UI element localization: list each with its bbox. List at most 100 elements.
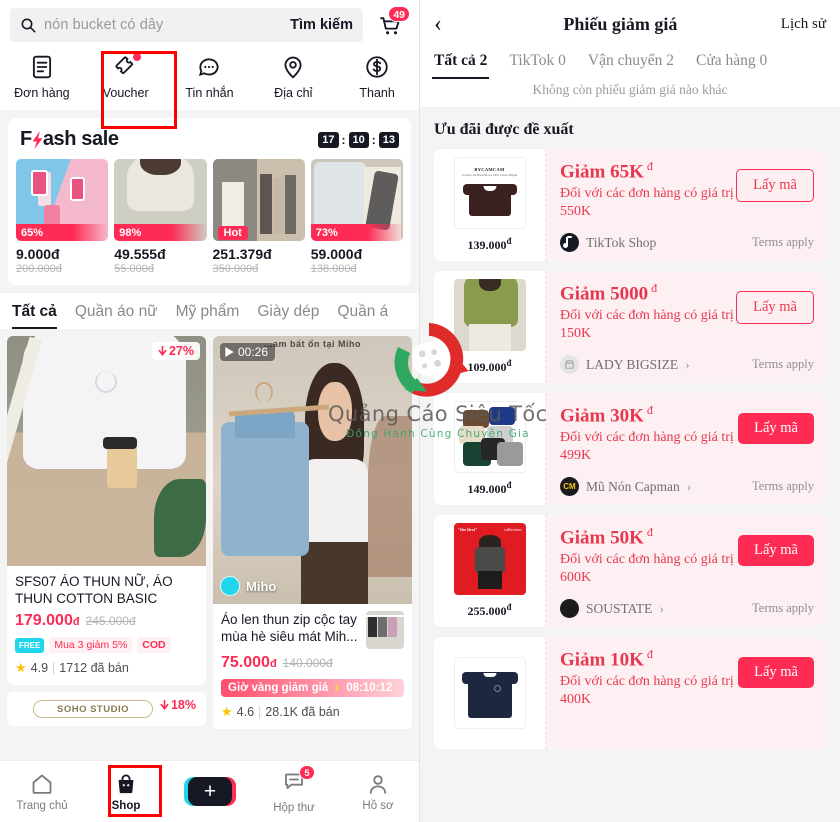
flash-sale-card: F ash sale 17 : 10 : 13 65% 9.000đ 200.0… [8, 118, 411, 285]
play-icon [225, 347, 234, 357]
voucher-detail-area: Giảm 30K đ Đối với các đơn hàng có giá tr… [546, 393, 826, 505]
product-image: 27% [7, 336, 206, 566]
tab-van-chuyen[interactable]: Vận chuyển 2 [588, 52, 674, 79]
cart-button[interactable]: 49 [371, 6, 410, 42]
chevron-right-icon: › [659, 600, 664, 616]
voucher-shop-name: LADY BIGSIZE [586, 356, 679, 372]
tiktok-note-icon [560, 233, 579, 252]
history-button[interactable]: Lịch sử [781, 16, 826, 33]
nav-item-shop[interactable]: Shop [84, 772, 168, 812]
golden-hour-label: Giờ vàng giảm giá [228, 682, 329, 694]
home-icon [32, 774, 52, 794]
flash-sale-item[interactable]: 98% 49.555đ 55.000đ [114, 159, 207, 275]
claim-code-button[interactable]: Lấy mã [738, 535, 814, 566]
chevron-left-icon[interactable]: ‹ [434, 12, 460, 36]
plus-create-icon: + [184, 777, 236, 806]
category-tab-quan-ao[interactable]: Quần á [337, 303, 388, 329]
voucher-page-pane: ‹ Phiếu giảm giá Lịch sử Tất cả 2 TikTok… [420, 0, 840, 822]
product-card[interactable]: ...am bất ổn tại Miho 00:26 Miho Áo len … [213, 336, 412, 729]
search-row: nón bucket có dây Tìm kiếm 49 [0, 0, 419, 48]
flash-sale-old-price: 55.000đ [114, 263, 155, 275]
voucher-shop[interactable]: CM Mũ Nón Capman › [560, 477, 691, 496]
product-card[interactable]: 27% SFS07 ÁO THUN NỮ, ÁO THUN COTTON BAS… [7, 336, 206, 685]
claim-code-button[interactable]: Lấy mã [738, 413, 814, 444]
voucher-shop[interactable]: LADY BIGSIZE › [560, 355, 690, 374]
category-tab-giay-dep[interactable]: Giày dép [257, 303, 319, 329]
flash-sale-item[interactable]: 73% 59.000đ 138.000đ [310, 159, 403, 275]
location-pin-icon [280, 54, 306, 80]
voucher-card[interactable]: Giảm 10K đ Đối với các đơn hàng có giá tr… [434, 637, 826, 749]
product-column-right: ...am bất ổn tại Miho 00:26 Miho Áo len … [213, 336, 412, 729]
studio-discount-badge: 18% [154, 696, 202, 714]
tab-tat-ca[interactable]: Tất cả 2 [431, 52, 490, 79]
voucher-card[interactable]: 109.000đ Giảm 5000 đ Đối với các đơn hàng… [434, 271, 826, 383]
product-price-row: 75.000đ 140.000đ [221, 654, 404, 672]
product-price-row: 179.000đ 245.000đ [15, 612, 198, 630]
voucher-shop-name: TikTok Shop [586, 234, 657, 250]
voucher-footer: TikTok Shop Terms apply [560, 225, 814, 252]
category-tab-my-pham[interactable]: Mỹ phẩm [176, 303, 240, 329]
voucher-thumbnail-area: 109.000đ [434, 271, 546, 383]
voucher-terms: Terms apply [752, 479, 814, 493]
flash-sale-old-price: 350.000đ [212, 263, 259, 275]
product-rating: 4.9 [30, 661, 49, 675]
voucher-shop-name: SOUSTATE [586, 600, 653, 616]
store-icon [560, 355, 579, 374]
claim-code-button[interactable]: Lấy mã [736, 169, 814, 202]
flash-sale-thumbnail: 98% [114, 159, 207, 241]
voucher-card[interactable]: BYCAMCAM So Relay Tee Black Brown 100% C… [434, 149, 826, 261]
quick-action-voucher[interactable]: Voucher [84, 53, 168, 100]
voucher-footer: SOUSTATE › Terms apply [560, 591, 814, 618]
voucher-product-thumbnail [453, 657, 526, 729]
section-title: Ưu đãi được đề xuất [434, 121, 574, 138]
flash-sale-title: F ash sale [20, 128, 119, 151]
flash-sale-item[interactable]: Hot 251.379đ 350.000đ [212, 159, 305, 275]
nav-item-trang-chu[interactable]: Trang chủ [0, 772, 84, 812]
tab-tiktok[interactable]: TikTok 0 [509, 52, 566, 79]
search-input[interactable]: nón bucket có dây Tìm kiếm [10, 8, 363, 42]
voucher-notification-dot [132, 53, 141, 61]
studio-strip-card[interactable]: SOHO STUDIO 18% [7, 692, 206, 726]
capman-logo-icon: CM [560, 477, 579, 496]
nav-item-hop-thu[interactable]: 5 Hộp thư [252, 765, 336, 814]
claim-code-button[interactable]: Lấy mã [738, 657, 814, 688]
voucher-product-price: 109.000đ [467, 358, 512, 374]
cart-badge: 49 [388, 6, 410, 22]
product-old-price: 245.000đ [85, 614, 136, 628]
claim-code-button[interactable]: Lấy mã [736, 291, 814, 324]
timer-hours: 17 [318, 131, 339, 148]
quick-actions-row: Đơn hàng Voucher Tin nhắn Địa chỉ Thanh [0, 48, 419, 110]
product-badges: FREE Mua 3 giảm 5% COD [15, 637, 198, 653]
voucher-thumbnail-area: 149.000đ [434, 393, 546, 505]
search-button[interactable]: Tìm kiếm [290, 17, 353, 33]
voucher-header: ‹ Phiếu giảm giá Lịch sử [420, 0, 840, 48]
voucher-shop[interactable]: TikTok Shop [560, 233, 656, 252]
voucher-terms: Terms apply [752, 357, 814, 371]
product-old-price: 140.000đ [282, 656, 333, 670]
product-rating: 4.6 [236, 705, 255, 719]
tab-cua-hang[interactable]: Cửa hàng 0 [696, 52, 767, 79]
video-seller-chip[interactable]: Miho [220, 576, 276, 596]
voucher-card[interactable]: "the first" collection 255.000đ Giảm 50K… [434, 515, 826, 627]
quick-action-don-hang[interactable]: Đơn hàng [0, 54, 84, 100]
flash-sale-item[interactable]: 65% 9.000đ 200.000đ [16, 159, 109, 275]
chat-bubble-icon [196, 54, 222, 80]
flash-sale-items: 65% 9.000đ 200.000đ 98% 49.555đ 55.000đ [16, 159, 403, 275]
product-rating-row: ★ 4.9 | 1712 đã bán [15, 660, 198, 676]
category-tab-tat-ca[interactable]: Tất cả [12, 303, 57, 329]
voucher-product-price: 255.000đ [467, 602, 512, 618]
nav-item-ho-so[interactable]: Hồ sơ [336, 772, 419, 812]
voucher-card[interactable]: 149.000đ Giảm 30K đ Đối với các đơn hàng … [434, 393, 826, 505]
plus-create-button[interactable]: + [184, 777, 236, 806]
quick-action-dia-chi[interactable]: Địa chỉ [251, 54, 335, 100]
quick-action-tin-nhan[interactable]: Tin nhắn [168, 54, 252, 100]
voucher-tab-row: Tất cả 2 TikTok 0 Vận chuyển 2 Cửa hàng … [420, 48, 840, 79]
flash-sale-price: 251.379đ [212, 246, 272, 262]
voucher-shop[interactable]: SOUSTATE › [560, 599, 664, 618]
nav-label: Shop [111, 799, 141, 812]
product-title: SFS07 ÁO THUN NỮ, ÁO THUN COTTON BASIC [15, 574, 173, 606]
category-tab-quan-ao-nu[interactable]: Quần áo nữ [75, 303, 158, 329]
nav-item-create[interactable]: + [168, 777, 252, 806]
quick-action-thanh-toan[interactable]: Thanh [335, 54, 419, 100]
voucher-product-price: 139.000đ [467, 236, 512, 252]
